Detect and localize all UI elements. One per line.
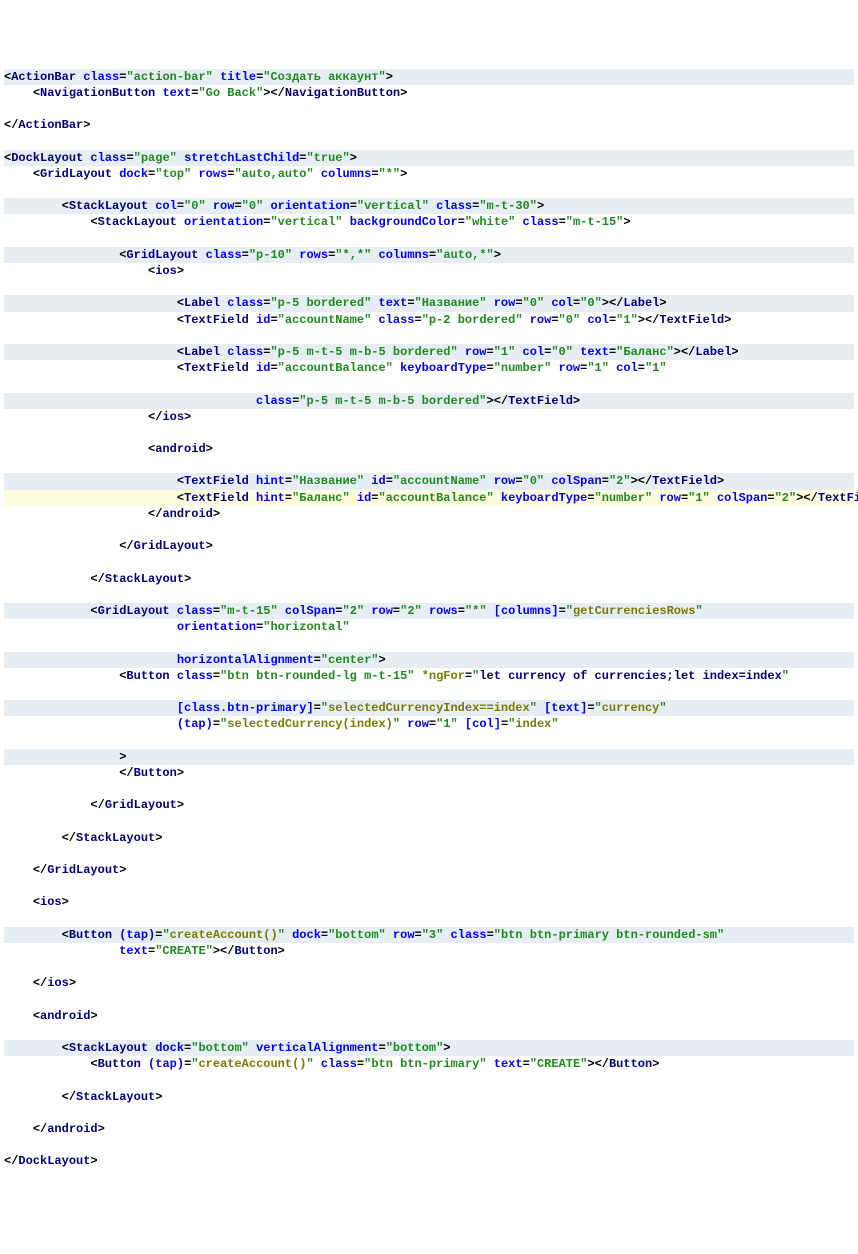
code-line[interactable]: <ios> (4, 263, 854, 279)
code-line[interactable]: <TextField hint="Название" id="accountNa… (4, 473, 854, 489)
code-line[interactable]: </ActionBar> (4, 117, 854, 133)
code-line[interactable]: <Button (tap)="createAccount()" class="b… (4, 1056, 854, 1072)
code-line[interactable]: <ios> (4, 894, 854, 910)
code-line[interactable]: (tap)="selectedCurrency(index)" row="1" … (4, 716, 854, 732)
code-line[interactable]: horizontalAlignment="center"> (4, 652, 854, 668)
code-line[interactable]: <android> (4, 1008, 854, 1024)
code-line[interactable]: > (4, 749, 854, 765)
code-line[interactable]: </DockLayout> (4, 1153, 854, 1169)
code-line[interactable]: </GridLayout> (4, 538, 854, 554)
code-line[interactable]: class="p-5 m-t-5 m-b-5 bordered"></TextF… (4, 393, 854, 409)
code-line[interactable]: text="CREATE"></Button> (4, 943, 854, 959)
code-line[interactable]: <Label class="p-5 bordered" text="Назван… (4, 295, 854, 311)
code-line[interactable]: </GridLayout> (4, 797, 854, 813)
code-line[interactable]: <StackLayout orientation="vertical" back… (4, 214, 854, 230)
code-line[interactable]: <StackLayout dock="bottom" verticalAlign… (4, 1040, 854, 1056)
code-line[interactable]: </Button> (4, 765, 854, 781)
code-line[interactable]: orientation="horizontal" (4, 619, 854, 635)
code-line[interactable]: [class.btn-primary]="selectedCurrencyInd… (4, 700, 854, 716)
code-line[interactable]: <TextField id="accountName" class="p-2 b… (4, 312, 854, 328)
code-line[interactable]: </android> (4, 1121, 854, 1137)
code-line[interactable]: <TextField hint="Баланс" id="accountBala… (4, 490, 854, 506)
code-line[interactable]: <TextField id="accountBalance" keyboardT… (4, 360, 854, 376)
code-line[interactable]: <StackLayout col="0" row="0" orientation… (4, 198, 854, 214)
code-line[interactable]: <Label class="p-5 m-t-5 m-b-5 bordered" … (4, 344, 854, 360)
code-line[interactable]: <GridLayout class="p-10" rows="*,*" colu… (4, 247, 854, 263)
code-line[interactable]: </GridLayout> (4, 862, 854, 878)
code-line[interactable]: <GridLayout class="m-t-15" colSpan="2" r… (4, 603, 854, 619)
code-line[interactable]: </StackLayout> (4, 1089, 854, 1105)
code-line[interactable]: <DockLayout class="page" stretchLastChil… (4, 150, 854, 166)
code-line[interactable]: <GridLayout dock="top" rows="auto,auto" … (4, 166, 854, 182)
code-line[interactable]: </StackLayout> (4, 830, 854, 846)
code-editor: <ActionBar class="action-bar" title="Соз… (4, 69, 854, 1170)
code-line[interactable]: <android> (4, 441, 854, 457)
code-line[interactable]: </ios> (4, 409, 854, 425)
code-line[interactable]: <Button (tap)="createAccount()" dock="bo… (4, 927, 854, 943)
code-line[interactable]: </ios> (4, 975, 854, 991)
code-line[interactable]: <NavigationButton text="Go Back"></Navig… (4, 85, 854, 101)
code-line[interactable]: </StackLayout> (4, 571, 854, 587)
code-line[interactable]: <ActionBar class="action-bar" title="Соз… (4, 69, 854, 85)
code-line[interactable]: <Button class="btn btn-rounded-lg m-t-15… (4, 668, 854, 684)
code-line[interactable]: </android> (4, 506, 854, 522)
